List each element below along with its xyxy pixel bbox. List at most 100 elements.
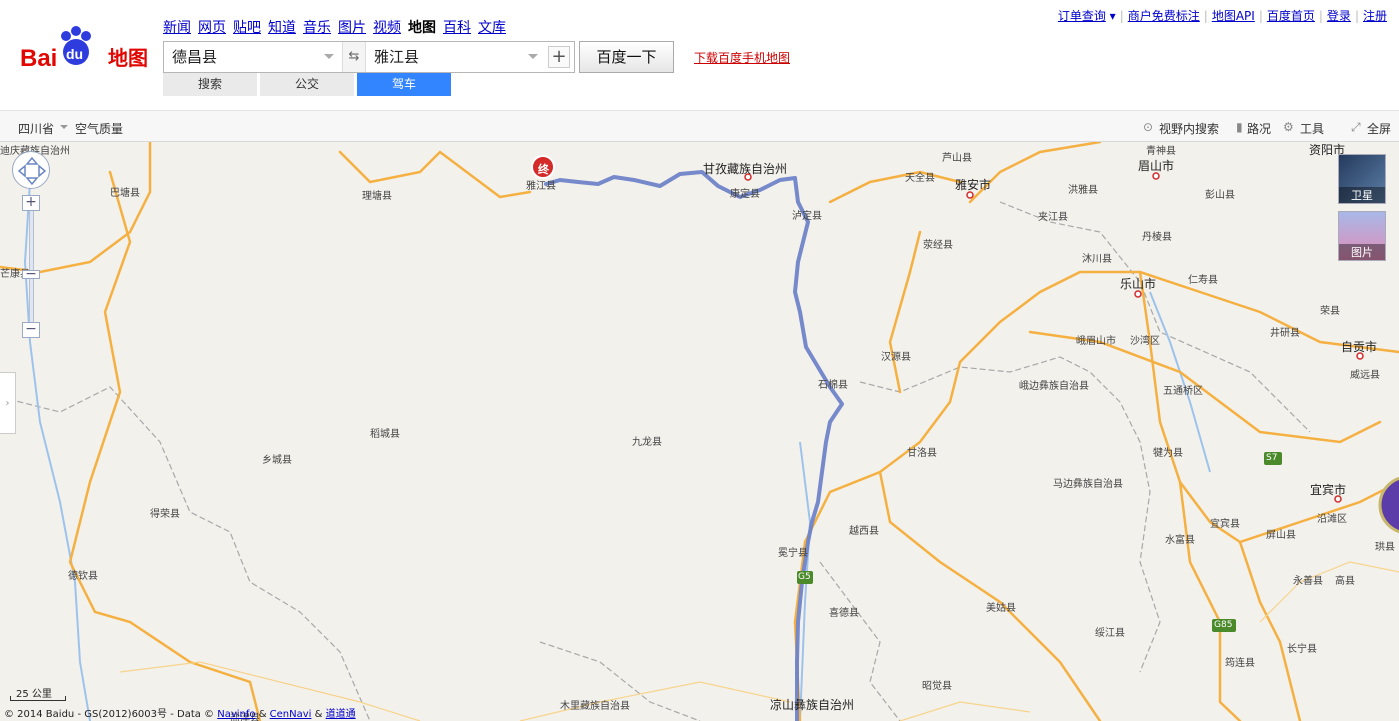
map-label: 丹棱县 — [1142, 232, 1172, 243]
gear-icon: ⚙ — [1283, 120, 1294, 134]
cennavi-link[interactable]: CenNavi — [270, 709, 312, 720]
nav-link[interactable]: 网页 — [198, 20, 226, 36]
map-label: 筠连县 — [1225, 658, 1255, 669]
road-badge: G5 — [798, 572, 811, 582]
separator: | — [1354, 9, 1359, 23]
mode-tab[interactable]: 公交 — [260, 73, 354, 96]
nav-link[interactable]: 视频 — [373, 20, 401, 36]
svg-text:Bai: Bai — [20, 45, 57, 72]
map-label: 沐川县 — [1082, 254, 1112, 265]
search-view-icon: ⊙ — [1143, 120, 1154, 134]
map-label: 五通桥区 — [1163, 386, 1203, 397]
map-label: 美姑县 — [986, 603, 1016, 614]
nav-link[interactable]: 文库 — [478, 20, 506, 36]
tools-button[interactable]: 工具 — [1300, 120, 1324, 137]
separator: | — [1318, 9, 1323, 23]
map-label: 得荣县 — [150, 509, 180, 520]
top-link[interactable]: 注册 — [1363, 9, 1387, 23]
nav-link[interactable]: 图片 — [338, 20, 366, 36]
header: Bai du 地图 新闻 网页 贴吧 知道 音乐 图片 视频 地图 百科 文库 德昌县 ⇆ 雅江县… — [0, 0, 1399, 110]
traffic-icon: ▮ — [1236, 120, 1243, 134]
dropdown-icon[interactable]: ▾ — [1106, 9, 1116, 23]
map-label: 水富县 — [1165, 535, 1195, 546]
copyright: © 2014 Baidu - GS(2012)6003号 - Data © Na… — [4, 709, 356, 720]
nav-link[interactable]: 知道 — [268, 20, 296, 36]
map-label: 汉源县 — [881, 352, 911, 363]
zoom-slider[interactable] — [29, 203, 34, 323]
from-dropdown-icon[interactable] — [324, 54, 334, 59]
mode-tab[interactable]: 搜索 — [163, 73, 257, 96]
top-nav: 新闻 网页 贴吧 知道 音乐 图片 视频 地图 百科 文库 — [163, 17, 513, 37]
map-label: 昭觉县 — [922, 681, 952, 692]
map-label: 康定县 — [730, 189, 760, 200]
map-label: 荣县 — [1320, 306, 1340, 317]
map-label: 绥江县 — [1095, 628, 1125, 639]
download-mobile-map-link[interactable]: 下载百度手机地图 — [694, 49, 790, 66]
photo-layer-button[interactable]: 图片 — [1338, 211, 1386, 261]
top-link[interactable]: 商户免费标注 — [1128, 9, 1200, 23]
map-label: 珙县 — [1375, 542, 1395, 553]
zoom-in-button[interactable]: + — [22, 195, 40, 211]
map-label: 青神县 — [1146, 146, 1176, 157]
map-label: 乡城县 — [262, 455, 292, 466]
top-links: 订单查询 ▾ | 商户免费标注 | 地图API | 百度首页 | 登录 | 注册 — [1058, 7, 1387, 24]
top-link[interactable]: 登录 — [1327, 9, 1351, 23]
map-label: 眉山市 — [1138, 159, 1175, 173]
map-toolbar: 四川省 空气质量 ⊙ 视野内搜索 ▮ 路况 ⚙ 工具 ⤢ 全屏 — [0, 110, 1399, 142]
pan-control[interactable] — [12, 151, 50, 189]
from-field[interactable]: 德昌县 — [164, 42, 342, 72]
side-panel-toggle[interactable]: › — [0, 372, 16, 434]
search-button[interactable]: 百度一下 — [579, 41, 674, 73]
mode-tab[interactable]: 驾车 — [357, 73, 451, 96]
to-field[interactable]: 雅江县 — [366, 42, 548, 72]
road-badge: S7 — [1266, 453, 1278, 463]
nav-link[interactable]: 贴吧 — [233, 20, 261, 36]
nav-link[interactable]: 地图 — [408, 20, 436, 36]
map-label: 屏山县 — [1266, 530, 1296, 541]
map-label: 自贡市 — [1341, 340, 1378, 354]
map-label: 木里藏族自治县 — [560, 701, 630, 712]
map-label: 理塘县 — [362, 191, 392, 202]
map-canvas[interactable]: 终 G5 S7 G85 雅安市 眉山市 乐山市 资阳市 自贡市 宜宾市 甘孜藏族… — [0, 142, 1399, 721]
swap-icon[interactable]: ⇆ — [342, 42, 366, 72]
traffic-button[interactable]: 路况 — [1247, 120, 1271, 137]
air-quality-link[interactable]: 空气质量 — [75, 120, 123, 137]
map-label: 宜宾县 — [1210, 519, 1240, 530]
scale-bar — [10, 696, 66, 701]
layer-label: 卫星 — [1339, 187, 1385, 203]
fullscreen-button[interactable]: 全屏 — [1367, 120, 1391, 137]
search-in-view-button[interactable]: 视野内搜索 — [1159, 120, 1219, 137]
nav-link[interactable]: 百科 — [443, 20, 471, 36]
zoom-out-button[interactable]: − — [22, 322, 40, 338]
map-background — [0, 142, 1399, 721]
svg-text:du: du — [66, 46, 83, 62]
baidu-map-logo[interactable]: Bai du 地图 — [20, 24, 156, 74]
map-label: 泸定县 — [792, 211, 822, 222]
top-link[interactable]: 地图API — [1212, 9, 1255, 23]
to-dropdown-icon[interactable] — [528, 54, 538, 59]
map-label: 彭山县 — [1205, 190, 1235, 201]
separator: | — [1258, 9, 1263, 23]
map-label: 峨眉山市 — [1076, 336, 1116, 347]
map-label: 洪雅县 — [1068, 185, 1098, 196]
map-label: 巴塘县 — [110, 188, 140, 199]
map-label: 仁寿县 — [1188, 275, 1218, 286]
map-label: 甘洛县 — [907, 448, 937, 459]
pan-arrows-icon — [17, 156, 47, 186]
nav-link[interactable]: 音乐 — [303, 20, 331, 36]
top-link[interactable]: 百度首页 — [1267, 9, 1315, 23]
map-label: 乐山市 — [1120, 277, 1157, 291]
route-search-box: 德昌县 ⇆ 雅江县 + — [163, 41, 575, 73]
top-link[interactable]: 订单查询 — [1058, 9, 1106, 23]
province-dropdown-icon[interactable] — [60, 125, 68, 129]
navinfo-link[interactable]: Navinfo — [217, 709, 255, 720]
satellite-layer-button[interactable]: 卫星 — [1338, 154, 1386, 204]
nav-link[interactable]: 新闻 — [163, 20, 191, 36]
map-label: 沙湾区 — [1130, 336, 1160, 347]
map-label: 井研县 — [1270, 328, 1300, 339]
add-waypoint-icon[interactable]: + — [548, 46, 570, 68]
separator: | — [1119, 9, 1124, 23]
province-selector[interactable]: 四川省 — [18, 120, 54, 137]
zoom-slider-handle[interactable]: − — [22, 267, 40, 281]
daodaotong-link[interactable]: 道道通 — [326, 709, 356, 720]
